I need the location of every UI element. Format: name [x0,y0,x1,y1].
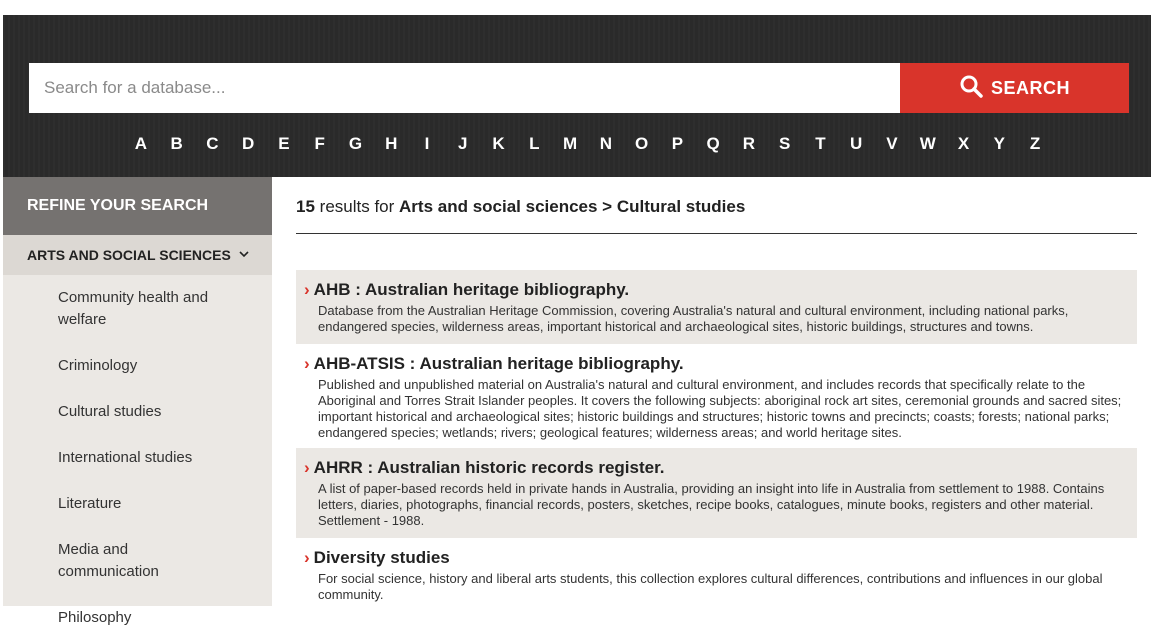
refine-sidebar: REFINE YOUR SEARCH ARTS AND SOCIAL SCIEN… [3,177,272,626]
alpha-link-q[interactable]: Q [695,134,731,154]
alpha-link-m[interactable]: M [552,134,588,154]
alpha-link-v[interactable]: V [874,134,910,154]
alpha-link-i[interactable]: I [409,134,445,154]
results-count: 15 [296,197,315,216]
result-item: › Diversity studies For social science, … [296,538,1137,606]
sidebar-item-philosophy[interactable]: Philosophy [3,607,272,629]
result-title-link[interactable]: › AHRR : Australian historic records reg… [304,458,1127,478]
refine-heading: REFINE YOUR SEARCH [3,177,272,235]
alpha-link-e[interactable]: E [266,134,302,154]
chevron-right-icon: › [304,354,310,373]
subcategory-list: Community health and welfare Criminology… [3,287,272,629]
sidebar-item-criminology[interactable]: Criminology [3,355,272,377]
alpha-link-t[interactable]: T [803,134,839,154]
alpha-link-l[interactable]: L [516,134,552,154]
result-description: For social science, history and liberal … [318,571,1103,602]
category-toggle-arts-social-sciences[interactable]: ARTS AND SOCIAL SCIENCES [3,235,272,275]
alpha-link-r[interactable]: R [731,134,767,154]
results-for-text: results for [319,197,395,216]
result-title: Diversity studies [313,548,450,567]
result-title-link[interactable]: › AHB-ATSIS : Australian heritage biblio… [304,354,1127,374]
search-input[interactable] [29,63,900,113]
chevron-right-icon: › [304,458,310,477]
sidebar-item-literature[interactable]: Literature [3,493,272,515]
chevron-right-icon: › [304,280,310,299]
result-title: AHB : Australian heritage bibliography. [313,280,630,299]
chevron-right-icon: › [304,548,310,567]
result-item: › AHB : Australian heritage bibliography… [296,270,1137,344]
alpha-link-g[interactable]: G [338,134,374,154]
top-strip [0,0,1151,15]
alpha-link-z[interactable]: Z [1017,134,1053,154]
alpha-link-y[interactable]: Y [981,134,1017,154]
result-title-link[interactable]: › AHB : Australian heritage bibliography… [304,280,1127,300]
result-description: A list of paper-based records held in pr… [318,481,1105,528]
alpha-link-c[interactable]: C [195,134,231,154]
result-description: Published and unpublished material on Au… [318,377,1122,440]
alpha-link-w[interactable]: W [910,134,946,154]
alpha-link-b[interactable]: B [159,134,195,154]
search-icon [959,74,983,103]
results-divider [296,233,1137,234]
alpha-link-p[interactable]: P [659,134,695,154]
alpha-link-n[interactable]: N [588,134,624,154]
alpha-link-a[interactable]: A [123,134,159,154]
search-button-label: SEARCH [990,77,1070,98]
search-button[interactable]: SEARCH [900,63,1129,113]
alpha-link-s[interactable]: S [767,134,803,154]
alphabet-nav: A B C D E F G H I J K L M N O P Q R S T … [123,133,1053,155]
result-title: AHB-ATSIS : Australian heritage bibliogr… [313,354,684,373]
result-title-link[interactable]: › Diversity studies [304,548,1127,568]
result-title: AHRR : Australian historic records regis… [313,458,665,477]
result-description: Database from the Australian Heritage Co… [318,303,1069,334]
alpha-link-f[interactable]: F [302,134,338,154]
alpha-link-j[interactable]: J [445,134,481,154]
alpha-link-x[interactable]: X [946,134,982,154]
sidebar-item-international-studies[interactable]: International studies [3,447,272,469]
alpha-link-d[interactable]: D [230,134,266,154]
sidebar-item-community-health[interactable]: Community health and welfare [3,287,272,331]
alpha-link-k[interactable]: K [481,134,517,154]
results-summary: 15 results for Arts and social sciences … [296,197,745,217]
chevron-down-icon [239,249,249,261]
alpha-link-u[interactable]: U [838,134,874,154]
sidebar-item-cultural-studies[interactable]: Cultural studies [3,401,272,423]
result-item: › AHB-ATSIS : Australian heritage biblio… [296,344,1137,448]
results-category-path: Arts and social sciences > Cultural stud… [399,197,746,216]
category-label: ARTS AND SOCIAL SCIENCES [27,247,231,263]
alpha-link-h[interactable]: H [373,134,409,154]
alpha-link-o[interactable]: O [624,134,660,154]
sidebar-item-media-communication[interactable]: Media and communication [3,539,272,583]
result-item: › AHRR : Australian historic records reg… [296,448,1137,538]
